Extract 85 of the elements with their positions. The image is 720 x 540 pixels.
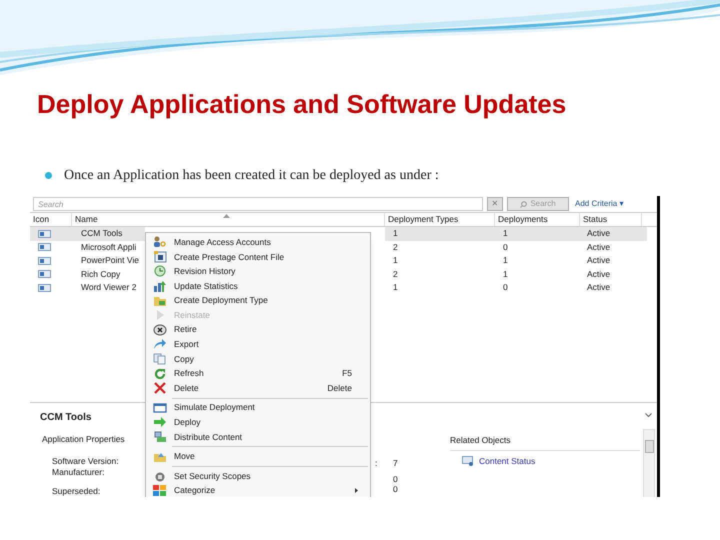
color-squares-icon	[153, 484, 167, 497]
table-cell-text: 2	[392, 268, 399, 281]
content-status-link[interactable]: Content Status	[479, 454, 536, 468]
shortcut-text: Delete	[327, 382, 352, 395]
table-cell-text: Active	[586, 240, 612, 254]
property-label: Manufacturer:	[52, 466, 104, 478]
related-heading: Related Objects	[450, 434, 640, 451]
menu-item[interactable]: Simulate Deployment	[146, 400, 370, 416]
window-icon	[153, 402, 167, 414]
table-cell: 1	[495, 227, 580, 240]
shortcut-text: F5	[342, 367, 352, 380]
application-icon	[38, 284, 51, 292]
search-icon	[520, 200, 528, 208]
people-key-icon	[153, 236, 167, 248]
table-cell: Active	[580, 227, 647, 240]
copy-icon	[153, 353, 167, 366]
property-value: 0	[393, 474, 398, 484]
property-value: 7	[393, 458, 398, 469]
menu-item[interactable]: Refresh F5	[146, 366, 370, 381]
server-icon	[153, 431, 167, 444]
property-value: 0	[393, 484, 398, 494]
separator-colon: :	[375, 456, 378, 470]
folder-icon	[153, 294, 167, 307]
application-icon	[38, 243, 51, 252]
menu-item[interactable]: Distribute Content	[146, 430, 370, 444]
table-cell-text: 1	[392, 254, 399, 268]
column-header[interactable]: Icon	[30, 213, 72, 226]
table-cell-text: Microsoft Appli	[80, 240, 138, 254]
play-icon	[154, 309, 166, 322]
property-label: Software Version:	[52, 456, 119, 467]
sort-icon	[223, 214, 230, 218]
menu-item[interactable]: Retire	[146, 322, 370, 338]
bar-chart-icon	[153, 280, 167, 292]
table-cell-text: Word Viewer 2	[80, 281, 138, 294]
column-header[interactable]: Name	[72, 213, 385, 226]
application-icon	[38, 270, 51, 278]
delete-icon	[153, 382, 167, 394]
search-field[interactable]: Search	[33, 197, 483, 211]
menu-item[interactable]: Deploy	[146, 415, 370, 430]
table-cell-text: Active	[586, 254, 612, 268]
table-cell: CCM Tools	[72, 227, 145, 240]
application-icon	[38, 256, 51, 265]
menu-item[interactable]: Categorize	[146, 484, 370, 497]
menu-item[interactable]: Delete Delete	[146, 380, 370, 396]
table-cell-text: 1	[502, 268, 509, 281]
add-criteria-link[interactable]: Add Criteria ▾	[575, 198, 624, 210]
retire-icon	[153, 324, 167, 336]
column-header[interactable]: Deployment Types	[385, 213, 495, 226]
menu-item[interactable]: Create Prestage Content File	[146, 250, 370, 264]
refresh-icon	[153, 368, 167, 380]
document-icon	[154, 250, 166, 263]
table-cell-text: 1	[392, 281, 399, 294]
menu-item[interactable]: Export	[146, 337, 370, 352]
menu-item[interactable]: Create Deployment Type	[146, 293, 370, 308]
chevron-icon	[645, 413, 652, 418]
menu-item[interactable]: Copy	[146, 352, 370, 366]
table-cell-text: 0	[502, 281, 509, 294]
column-header[interactable]: Status	[580, 213, 642, 226]
menu-item[interactable]: Move	[146, 449, 370, 464]
column-header[interactable]: Deployments	[495, 213, 580, 226]
table-cell-text: 2	[392, 240, 399, 254]
table-cell-text: Rich Copy	[80, 268, 122, 281]
table-cell-text: 0	[502, 240, 509, 254]
menu-item[interactable]: Update Statistics	[146, 278, 370, 294]
table-cell-text: 1	[502, 254, 509, 268]
section-heading: Application Properties	[42, 433, 125, 446]
slide-title: Deploy Applications and Software Updates	[37, 88, 568, 121]
history-icon	[153, 265, 167, 278]
right-arrow-icon	[153, 416, 167, 428]
property-label: Superseded:	[52, 486, 100, 497]
table-cell-text: Active	[586, 268, 612, 281]
folder-icon	[153, 450, 167, 463]
menu-item[interactable]: Set Security Scopes	[146, 468, 370, 484]
table-cell-text: Active	[586, 281, 612, 294]
details-title: CCM Tools	[40, 411, 92, 425]
bullet-text: Once an Application has been created it can be deployed as under :	[64, 167, 439, 185]
scrollbar[interactable]	[643, 429, 655, 497]
bullet-icon	[45, 172, 52, 179]
menu-item[interactable]: Revision History	[146, 264, 370, 279]
arrow-icon	[153, 338, 167, 350]
application-icon	[38, 230, 51, 238]
table-cell-text: PowerPoint Vie	[80, 254, 140, 268]
menu-item[interactable]: Manage Access Accounts	[146, 235, 370, 250]
status-icon	[462, 456, 474, 466]
table-cell: 1	[385, 227, 495, 240]
